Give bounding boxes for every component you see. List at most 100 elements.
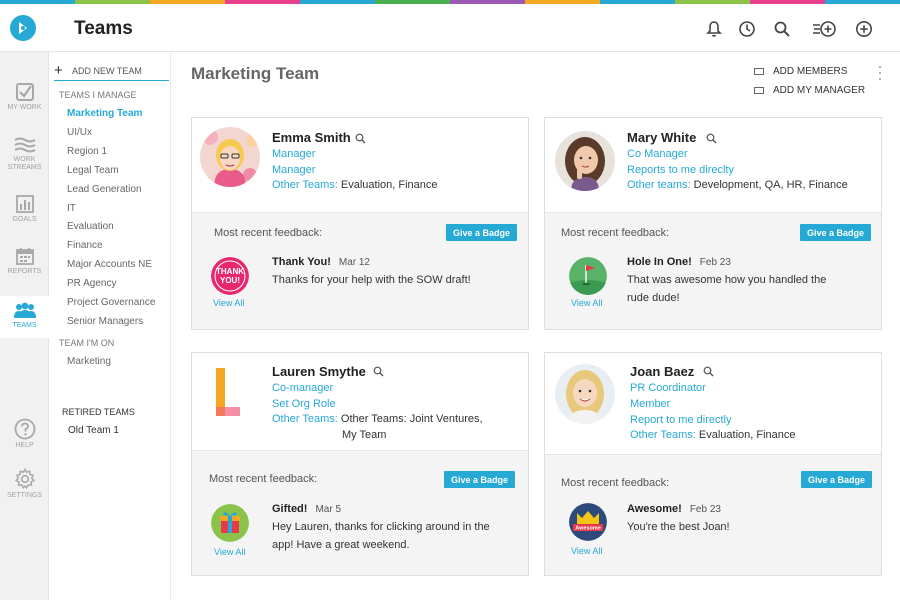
add-new-team-button[interactable]: + ADD NEW TEAM (54, 61, 169, 81)
golf-flag-badge-icon (569, 257, 607, 295)
feedback-date: Mar 5 (315, 504, 342, 515)
other-teams-label[interactable]: Other Teams: (272, 413, 338, 425)
app-logo-icon[interactable] (10, 15, 36, 41)
add-members-label: ADD MEMBERS (773, 66, 848, 77)
more-options-icon[interactable] (877, 66, 883, 80)
add-new-team-label: ADD NEW TEAM (72, 65, 142, 76)
nav-my-work[interactable]: MY WORK (0, 76, 49, 124)
team-item-project-governance[interactable]: Project Governance (67, 297, 155, 308)
member-membership[interactable]: Member (630, 398, 670, 411)
member-name[interactable]: Emma Smith (272, 130, 351, 145)
avatar (200, 127, 260, 187)
team-item-marketing-team[interactable]: Marketing Team (67, 108, 142, 119)
nav-work-streams[interactable]: WORK STREAMS (0, 130, 49, 178)
team-item-pr-agency[interactable]: PR Agency (67, 278, 116, 289)
member-relationship[interactable]: Reports to me direclty (627, 164, 734, 177)
add-icon[interactable] (854, 19, 874, 39)
nav-label: GOALS (12, 216, 37, 223)
member-other-teams: Other teams: Development, QA, HR, Financ… (627, 179, 848, 192)
feedback-label: Most recent feedback: (561, 227, 670, 239)
other-teams-value: Evaluation, Finance (698, 429, 796, 441)
member-relationship[interactable]: Report to me directly (630, 414, 731, 427)
nav-teams[interactable]: TEAMS (0, 296, 49, 338)
magnifier-icon[interactable] (373, 364, 384, 377)
member-role[interactable]: PR Coordinator (630, 382, 706, 395)
team-item-legal-team[interactable]: Legal Team (67, 165, 119, 176)
give-badge-button[interactable]: Give a Badge (446, 224, 517, 241)
add-my-manager-link[interactable]: ADD MY MANAGER (754, 85, 865, 96)
add-members-link[interactable]: ADD MEMBERS (754, 66, 847, 77)
member-card-emma-smith: Emma Smith Manager Manager Other Teams: … (191, 117, 529, 330)
give-badge-button[interactable]: Give a Badge (800, 224, 871, 241)
bar-chart-icon (15, 195, 34, 213)
nav-settings[interactable]: SETTINGS (0, 462, 49, 510)
feedback-date: Feb 23 (689, 504, 721, 515)
badge-text: Awesome (575, 526, 601, 532)
magnifier-icon[interactable] (355, 131, 366, 144)
badge-text: THANK (216, 267, 244, 276)
team-item-evaluation[interactable]: Evaluation (67, 221, 114, 232)
member-other-teams: Other Teams: Evaluation, Finance (272, 179, 438, 192)
page-title: Marketing Team (191, 64, 320, 83)
people-icon (13, 302, 36, 318)
member-other-teams: Other Teams: Evaluation, Finance (630, 429, 796, 442)
team-item-region-1[interactable]: Region 1 (67, 146, 107, 157)
give-badge-button[interactable]: Give a Badge (444, 471, 515, 488)
quick-add-icon[interactable] (812, 19, 838, 39)
teams-i-manage-header: TEAMS I MANAGE (59, 90, 137, 100)
member-name[interactable]: Joan Baez (630, 364, 694, 379)
feedback-date: Feb 23 (699, 257, 731, 268)
clock-icon[interactable] (737, 19, 757, 39)
search-icon[interactable] (772, 19, 792, 39)
member-card-mary-white: Mary White Co Manager Reports to me dire… (544, 117, 882, 330)
team-item-lead-generation[interactable]: Lead Generation (67, 184, 142, 195)
nav-reports[interactable]: REPORTS (0, 240, 49, 288)
other-teams-label[interactable]: Other teams: (627, 179, 691, 191)
view-all-link[interactable]: View All (213, 298, 244, 308)
team-item-ui-ux[interactable]: UI/Ux (67, 127, 92, 138)
member-relationship[interactable]: Manager (272, 164, 315, 177)
feedback-line: app! Have a great weekend. (272, 539, 410, 551)
team-item-it[interactable]: IT (67, 203, 76, 214)
other-teams-label[interactable]: Other Teams: (272, 179, 338, 191)
nav-label: MY WORK (7, 104, 42, 111)
help-icon (14, 418, 35, 440)
app-title: Teams (74, 18, 133, 39)
nav-label: REPORTS (7, 268, 42, 275)
feedback-text: Thanks for your help with the SOW draft! (272, 271, 471, 289)
team-item-old-team-1[interactable]: Old Team 1 (68, 425, 119, 436)
member-name[interactable]: Mary White (627, 130, 696, 145)
feedback-title: Hole In One! Feb 23 (627, 256, 731, 268)
member-role[interactable]: Co Manager (627, 148, 688, 161)
other-teams-label[interactable]: Other Teams: (630, 429, 696, 441)
feedback-badge-name: Gifted! (272, 503, 308, 515)
view-all-link[interactable]: View All (214, 547, 245, 557)
feedback-line: Hey Lauren, thanks for clicking around i… (272, 521, 490, 533)
avatar (555, 364, 615, 424)
nav-label: SETTINGS (6, 492, 42, 499)
nav-help[interactable]: HELP (0, 412, 49, 460)
bell-icon[interactable] (704, 19, 724, 39)
nav-label: WORK STREAMS (7, 156, 42, 171)
team-item-finance[interactable]: Finance (67, 240, 103, 251)
other-teams-value: Development, QA, HR, Finance (693, 179, 848, 191)
team-item-marketing[interactable]: Marketing (67, 356, 111, 367)
streams-icon (13, 137, 36, 153)
mail-icon (754, 87, 764, 94)
mail-icon (754, 68, 764, 75)
give-badge-button[interactable]: Give a Badge (801, 471, 872, 488)
magnifier-icon[interactable] (703, 364, 714, 377)
set-org-role-link[interactable]: Set Org Role (272, 398, 336, 411)
member-name[interactable]: Lauren Smythe (272, 364, 366, 379)
member-role[interactable]: Co-manager (272, 382, 333, 395)
team-item-major-accounts-ne[interactable]: Major Accounts NE (67, 259, 152, 270)
avatar (555, 131, 615, 191)
view-all-link[interactable]: View All (571, 298, 602, 308)
member-card-lauren-smythe: Lauren Smythe Co-manager Set Org Role Ot… (191, 352, 529, 576)
member-role[interactable]: Manager (272, 148, 315, 161)
team-item-senior-managers[interactable]: Senior Managers (67, 316, 143, 327)
magnifier-icon[interactable] (706, 131, 717, 144)
view-all-link[interactable]: View All (571, 546, 602, 556)
feedback-line: Thanks for your help with the SOW draft! (272, 274, 471, 286)
nav-goals[interactable]: GOALS (0, 188, 49, 236)
